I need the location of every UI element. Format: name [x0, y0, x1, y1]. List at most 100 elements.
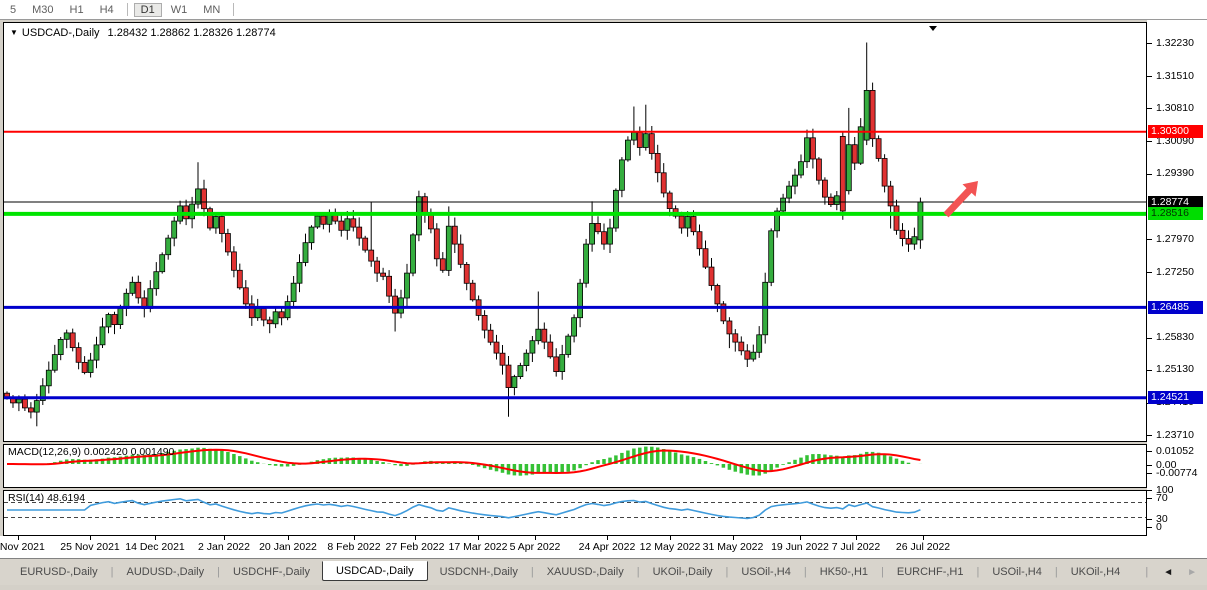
tab-scroll-right-icon[interactable]: ► — [1187, 567, 1197, 578]
axis-tick-mark — [1147, 338, 1152, 339]
timeframe-button-m30[interactable]: M30 — [25, 3, 60, 17]
date-axis-label: 5 Apr 2022 — [510, 541, 561, 553]
axis-tick-mark — [1147, 370, 1152, 371]
date-axis-label: 19 Jun 2022 — [771, 541, 829, 553]
date-tick-mark — [733, 536, 734, 540]
tab-usoil-h4[interactable]: USOil-,H4 — [729, 563, 803, 581]
axis-tick-mark — [1147, 76, 1152, 77]
rsi-indicator-pane[interactable] — [3, 490, 1147, 536]
chart-title: ▼ USDCAD-,Daily 1.28432 1.28862 1.28326 1.… — [10, 27, 276, 39]
price-axis: 1.322301.315101.308101.300901.293901.279… — [1147, 20, 1207, 558]
symbol-tab-bar: EURUSD-,Daily|AUDUSD-,Daily|USDCHF-,Dail… — [0, 558, 1207, 585]
tab-audusd-daily[interactable]: AUDUSD-,Daily — [114, 563, 216, 581]
tab-separator: | — [1055, 566, 1058, 578]
macd-label: MACD(12,26,9) 0.002420 0.001490 — [8, 446, 174, 458]
tab-ukoil-h4[interactable]: UKOil-,H4 — [1059, 563, 1133, 581]
tab-xauusd-daily[interactable]: XAUUSD-,Daily — [535, 563, 636, 581]
price-axis-label: 1.31510 — [1156, 71, 1194, 82]
axis-tick-mark — [1147, 527, 1152, 528]
axis-tick-mark — [1147, 473, 1152, 474]
date-tick-mark — [155, 536, 156, 540]
date-tick-mark — [607, 536, 608, 540]
date-axis-label: 14 Dec 2021 — [125, 541, 185, 553]
timeframe-button-mn[interactable]: MN — [196, 3, 227, 17]
date-tick-mark — [354, 536, 355, 540]
date-axis-label: 20 Jan 2022 — [259, 541, 317, 553]
price-axis-label: 1.29390 — [1156, 168, 1194, 179]
tab-separator: | — [725, 566, 728, 578]
price-chart-pane[interactable] — [3, 22, 1147, 442]
ohlc-values: 1.28432 1.28862 1.28326 1.28774 — [108, 27, 276, 39]
tab-usdcnh-daily[interactable]: USDCNH-,Daily — [428, 563, 530, 581]
tab-separator: | — [111, 566, 114, 578]
date-tick-mark — [415, 536, 416, 540]
tab-separator: | — [804, 566, 807, 578]
macd-axis-label: 0.01052 — [1156, 446, 1194, 457]
price-axis-label: 1.32230 — [1156, 38, 1194, 49]
axis-tick-mark — [1147, 465, 1152, 466]
tab-eurchf-h1[interactable]: EURCHF-,H1 — [885, 563, 976, 581]
tab-separator: | — [637, 566, 640, 578]
toolbar-separator — [127, 3, 128, 16]
tab-separator: | — [1145, 566, 1148, 578]
price-axis-label: 1.25130 — [1156, 364, 1194, 375]
rsi-axis-label: 70 — [1156, 493, 1168, 504]
date-tick-mark — [923, 536, 924, 540]
price-axis-label: 1.27970 — [1156, 234, 1194, 245]
macd-indicator-pane[interactable] — [3, 444, 1147, 488]
date-axis-label: 2 Jan 2022 — [198, 541, 250, 553]
tab-scroll-left-icon[interactable]: ◄ — [1163, 567, 1173, 578]
axis-tick-mark — [1147, 141, 1152, 142]
tab-separator: | — [531, 566, 534, 578]
toolbar-separator — [233, 3, 234, 16]
date-axis-label: 31 May 2022 — [703, 541, 764, 553]
timeframe-toolbar: 5M30H1H4 D1W1MN — [0, 0, 1207, 20]
rsi-line — [7, 499, 920, 519]
price-badge: 1.24521 — [1148, 391, 1203, 404]
date-tick-mark — [478, 536, 479, 540]
date-tick-mark — [224, 536, 225, 540]
date-tick-mark — [288, 536, 289, 540]
macd-canvas — [4, 445, 1146, 487]
date-axis-label: 26 Jul 2022 — [896, 541, 950, 553]
chart-shift-marker-icon — [929, 26, 937, 31]
price-badge: 1.28516 — [1148, 207, 1203, 220]
timeframe-button-d1[interactable]: D1 — [134, 3, 162, 17]
tab-eurusd-daily[interactable]: EURUSD-,Daily — [8, 563, 110, 581]
price-chart-canvas — [4, 23, 1146, 441]
tab-separator: | — [976, 566, 979, 578]
axis-tick-mark — [1147, 43, 1152, 44]
tab-separator: | — [881, 566, 884, 578]
rsi-canvas — [4, 491, 1146, 535]
date-axis-label: 24 Apr 2022 — [579, 541, 636, 553]
axis-tick-mark — [1147, 174, 1152, 175]
rsi-axis-label: 0 — [1156, 522, 1162, 533]
tab-usdchf-daily[interactable]: USDCHF-,Daily — [221, 563, 322, 581]
axis-tick-mark — [1147, 239, 1152, 240]
price-badge: 1.30300 — [1148, 125, 1203, 138]
price-axis-label: 1.25830 — [1156, 332, 1194, 343]
date-tick-mark — [670, 536, 671, 540]
date-axis-label: 25 Nov 2021 — [60, 541, 120, 553]
timeframe-button-w1[interactable]: W1 — [164, 3, 195, 17]
mt4-chart-window: 5M30H1H4 D1W1MN ▼ USDCAD-,Daily 1.28432 1.2… — [0, 0, 1207, 590]
axis-tick-mark — [1147, 451, 1152, 452]
axis-tick-mark — [1147, 108, 1152, 109]
tab-usoil-h4[interactable]: USOil-,H4 — [980, 563, 1054, 581]
timeframe-button-h4[interactable]: H4 — [93, 3, 121, 17]
tab-ukoil-daily[interactable]: UKOil-,Daily — [641, 563, 725, 581]
timeframe-button-h1[interactable]: H1 — [63, 3, 91, 17]
date-axis-label: 7 Jul 2022 — [832, 541, 880, 553]
axis-tick-mark — [1147, 498, 1152, 499]
axis-tick-mark — [1147, 435, 1152, 436]
date-tick-mark — [856, 536, 857, 540]
tab-usdcad-daily[interactable]: USDCAD-,Daily — [322, 561, 428, 581]
symbol-dropdown-icon[interactable]: ▼ — [10, 28, 18, 37]
date-axis-label: 17 Mar 2022 — [449, 541, 508, 553]
date-tick-mark — [800, 536, 801, 540]
timeframe-button-5[interactable]: 5 — [3, 3, 23, 17]
tab-hk50-h1[interactable]: HK50-,H1 — [808, 563, 880, 581]
tab-separator: | — [217, 566, 220, 578]
symbol-period-label: USDCAD-,Daily — [22, 27, 100, 39]
date-tick-mark — [18, 536, 19, 540]
